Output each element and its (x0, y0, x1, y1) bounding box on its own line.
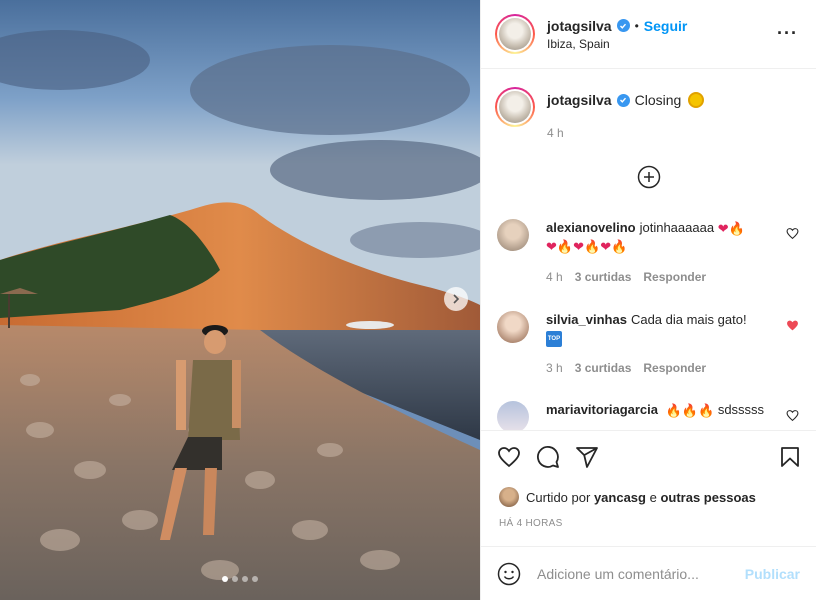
comment-time[interactable]: 4 h (546, 268, 563, 286)
heart-icon[interactable] (786, 227, 799, 240)
comment-item: silvia_vinhas Cada dia mais gato! TOP 3 h… (497, 311, 803, 377)
beach-sunset-photo (0, 0, 480, 600)
fire-emoji: 🔥 (584, 239, 601, 255)
carousel-dots (0, 576, 480, 582)
caption-username[interactable]: jotagsilva (547, 92, 612, 108)
author-username[interactable]: jotagsilva (547, 18, 612, 34)
verified-badge-icon (616, 19, 630, 32)
fire-emoji: 🔥 (728, 220, 745, 236)
smiley-icon[interactable] (497, 562, 521, 586)
reply-button[interactable]: Responder (643, 268, 706, 286)
comment-input[interactable] (537, 565, 737, 582)
comment-text: jotinhaaaaaa (639, 220, 715, 235)
carousel-dot (222, 576, 228, 582)
more-options-button[interactable]: ··· (777, 24, 798, 42)
likes-conjunction: e (649, 489, 657, 505)
instagram-post: jotagsilva • Seguir Ibiza, Spain ··· jot… (0, 0, 816, 600)
caption-time[interactable]: 4 h (547, 126, 564, 140)
fire-emoji: 🔥 (681, 402, 699, 418)
post-timestamp[interactable]: HÁ 4 HORAS (499, 518, 563, 529)
add-comment-bar: Publicar (481, 546, 816, 600)
header-separator: • (634, 18, 639, 33)
post-side-panel: jotagsilva • Seguir Ibiza, Spain ··· jot… (480, 0, 816, 600)
fire-emoji: 🔥 (665, 402, 682, 418)
paper-plane-icon[interactable] (575, 445, 599, 469)
red-heart-emoji: ❤ (573, 239, 584, 255)
post-location[interactable]: Ibiza, Spain (547, 37, 687, 51)
comment-likes[interactable]: 3 curtidas (575, 268, 632, 286)
red-heart-emoji: ❤ (717, 220, 729, 236)
plus-circle-icon[interactable] (637, 165, 661, 189)
comment-item: alexianovelino jotinhaaaaaa ❤🔥 ❤🔥❤🔥❤🔥 4 h… (497, 219, 803, 286)
comment-username[interactable]: alexianovelino (546, 220, 636, 235)
likes-summary[interactable]: Curtido por yancasg e outras pessoas (499, 487, 756, 507)
post-actions: Curtido por yancasg e outras pessoas HÁ … (481, 430, 816, 546)
comments-section[interactable]: jotagsilva Closing 4 h alexianovelino jo… (481, 69, 816, 430)
verified-badge-icon (616, 93, 630, 107)
caption-text: Closing (634, 92, 682, 108)
top-emoji-badge: TOP (546, 330, 562, 347)
fire-emoji: 🔥 (698, 402, 715, 418)
carousel-dot (232, 576, 238, 582)
carousel-dot (252, 576, 258, 582)
next-slide-button[interactable] (444, 287, 468, 311)
comment-avatar[interactable] (497, 311, 529, 343)
carousel-dot (242, 576, 248, 582)
fire-emoji: 🔥 (556, 239, 574, 255)
red-heart-emoji: ❤ (600, 239, 612, 255)
comment-text: sdsssss (717, 402, 765, 417)
bookmark-icon[interactable] (778, 445, 802, 469)
more-horizontal-icon: ··· (777, 23, 798, 43)
likes-prefix: Curtido por (526, 489, 591, 505)
likes-user[interactable]: yancasg (594, 490, 646, 505)
caption-avatar[interactable] (495, 87, 535, 127)
red-heart-emoji: ❤ (546, 239, 557, 255)
heart-icon[interactable] (786, 409, 799, 422)
post-photo[interactable] (0, 0, 480, 600)
fire-emoji: 🔥 (611, 239, 628, 255)
comment-avatar[interactable] (497, 401, 529, 430)
author-avatar[interactable] (495, 14, 535, 54)
reply-button[interactable]: Responder (643, 359, 706, 377)
likes-others[interactable]: outras pessoas (660, 490, 755, 505)
comment-icon[interactable] (536, 445, 560, 469)
liker-avatar (499, 487, 519, 507)
comment-avatar[interactable] (497, 219, 529, 251)
heart-liked-icon[interactable] (786, 319, 799, 332)
comment-likes[interactable]: 3 curtidas (575, 359, 632, 377)
post-caption: jotagsilva Closing 4 h (495, 87, 705, 140)
heart-icon[interactable] (497, 445, 521, 469)
comment-time[interactable]: 3 h (546, 359, 563, 377)
sun-emoji (688, 92, 705, 108)
comment-text: Cada dia mais gato! (630, 312, 747, 327)
publish-button[interactable]: Publicar (745, 566, 800, 582)
comment-item: mariavitoriagarcia 🔥🔥🔥 sdsssss (497, 401, 803, 430)
comment-username[interactable]: silvia_vinhas (546, 312, 627, 327)
post-header: jotagsilva • Seguir Ibiza, Spain ··· (481, 0, 816, 69)
chevron-right-icon (453, 294, 460, 304)
comment-username[interactable]: mariavitoriagarcia (546, 402, 658, 417)
follow-button[interactable]: Seguir (644, 18, 688, 34)
